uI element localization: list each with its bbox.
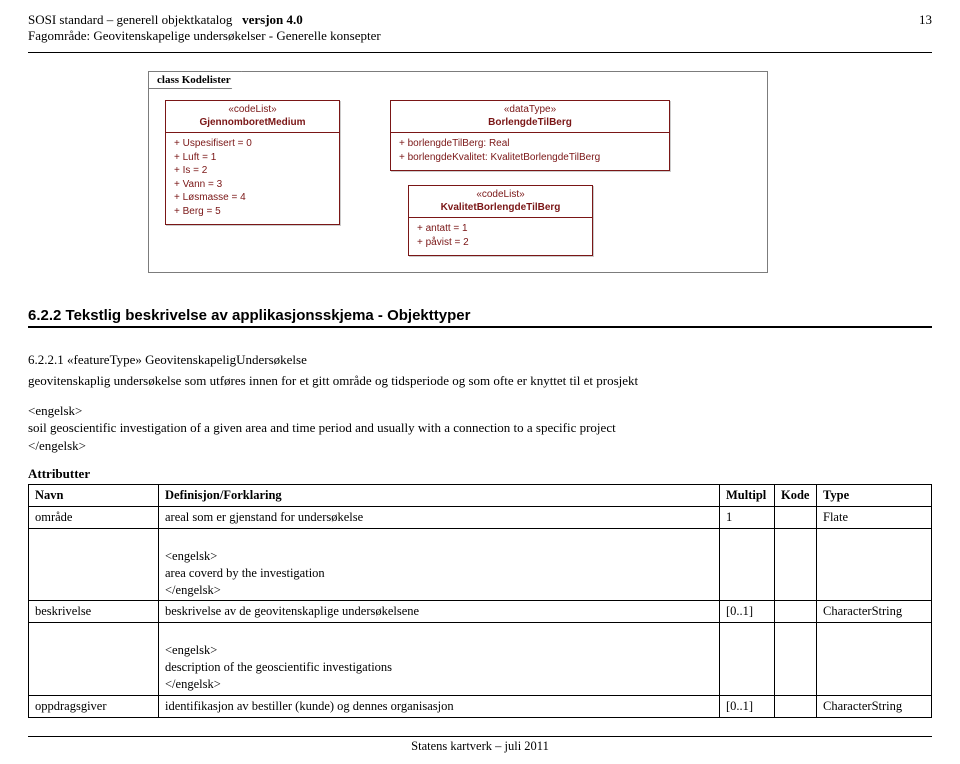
attr: + Is = 2	[174, 164, 331, 178]
subsection-title: «featureType» GeovitenskapeligUndersøkel…	[67, 352, 307, 367]
cell-navn	[29, 623, 159, 696]
cell-def-extra: <engelsk> area coverd by the investigati…	[159, 528, 720, 601]
cell-type	[817, 623, 932, 696]
cell-kode	[775, 623, 817, 696]
col-mult: Multipl	[720, 485, 775, 507]
cell-def: beskrivelse av de geovitenskaplige under…	[159, 601, 720, 623]
cell-kode	[775, 601, 817, 623]
table-row-extra: <engelsk> area coverd by the investigati…	[29, 528, 932, 601]
attr: + borlengdeKvalitet: KvalitetBorlengdeTi…	[399, 151, 661, 165]
attr: + Uspesifisert = 0	[174, 137, 331, 151]
cell-kode	[775, 507, 817, 529]
cell-mult: [0..1]	[720, 601, 775, 623]
uml-diagram: class Kodelister «codeList» Gjennomboret…	[148, 71, 768, 273]
attr: + borlengdeTilBerg: Real	[399, 137, 661, 151]
attributes-label: Attributter	[28, 466, 932, 482]
cell-mult	[720, 623, 775, 696]
col-kode: Kode	[775, 485, 817, 507]
doc-version: versjon 4.0	[242, 12, 303, 27]
col-def: Definisjon/Forklaring	[159, 485, 720, 507]
attr: + Vann = 3	[174, 178, 331, 192]
cell-kode	[775, 695, 817, 717]
cell-kode	[775, 528, 817, 601]
cell-navn: område	[29, 507, 159, 529]
cell-def: areal som er gjenstand for undersøkelse	[159, 507, 720, 529]
engelsk-open-tag: <engelsk>	[28, 403, 82, 418]
page-header: SOSI standard – generell objektkatalog v…	[28, 12, 932, 28]
cell-navn: oppdragsgiver	[29, 695, 159, 717]
doc-title: SOSI standard – generell objektkatalog	[28, 12, 232, 27]
attr: + Luft = 1	[174, 151, 331, 165]
section-heading: 6.2.2 Tekstlig beskrivelse av applikasjo…	[28, 307, 932, 328]
cell-type	[817, 528, 932, 601]
uml-class-borlengdetilberg: «dataType» BorlengdeTilBerg + borlengdeT…	[390, 100, 670, 171]
uml-class-gjennomboretmedium: «codeList» GjennomboretMedium + Uspesifi…	[165, 100, 340, 225]
engelsk-close-tag: </engelsk>	[28, 438, 86, 453]
table-row-extra: <engelsk> description of the geoscientif…	[29, 623, 932, 696]
attr: + Berg = 5	[174, 205, 331, 219]
description-english-block: <engelsk> soil geoscientific investigati…	[28, 402, 932, 455]
page-footer: Statens kartverk – juli 2011	[28, 736, 932, 754]
cell-type: CharacterString	[817, 695, 932, 717]
attributes-table: Navn Definisjon/Forklaring Multipl Kode …	[28, 484, 932, 718]
header-divider	[28, 52, 932, 53]
diagram-title: class Kodelister	[148, 71, 242, 89]
subsection-heading: 6.2.2.1 «featureType» GeovitenskapeligUn…	[28, 352, 932, 368]
table-row: beskrivelsebeskrivelse av de geovitenska…	[29, 601, 932, 623]
attr: + antatt = 1	[417, 222, 584, 236]
page-number: 13	[919, 12, 932, 28]
table-row: områdeareal som er gjenstand for undersø…	[29, 507, 932, 529]
cell-navn	[29, 528, 159, 601]
uml-class-kvalitetborlengdetilberg: «codeList» KvalitetBorlengdeTilBerg + an…	[408, 185, 593, 256]
table-row: oppdragsgiveridentifikasjon av bestiller…	[29, 695, 932, 717]
doc-subtitle: Fagområde: Geovitenskapelige undersøkels…	[28, 28, 932, 44]
attr: + Løsmasse = 4	[174, 191, 331, 205]
description-norwegian: geovitenskaplig undersøkelse som utføres…	[28, 372, 932, 390]
cell-def-extra: <engelsk> description of the geoscientif…	[159, 623, 720, 696]
cell-type: CharacterString	[817, 601, 932, 623]
stereotype-label: «codeList»	[176, 104, 329, 117]
subsection-number: 6.2.2.1	[28, 352, 64, 367]
class-name: GjennomboretMedium	[176, 117, 329, 130]
cell-mult: [0..1]	[720, 695, 775, 717]
col-type: Type	[817, 485, 932, 507]
cell-mult	[720, 528, 775, 601]
description-english: soil geoscientific investigation of a gi…	[28, 420, 616, 435]
cell-mult: 1	[720, 507, 775, 529]
stereotype-label: «dataType»	[401, 104, 659, 117]
table-header-row: Navn Definisjon/Forklaring Multipl Kode …	[29, 485, 932, 507]
cell-navn: beskrivelse	[29, 601, 159, 623]
cell-type: Flate	[817, 507, 932, 529]
attr: + påvist = 2	[417, 236, 584, 250]
class-name: BorlengdeTilBerg	[401, 117, 659, 130]
class-name: KvalitetBorlengdeTilBerg	[419, 202, 582, 215]
stereotype-label: «codeList»	[419, 189, 582, 202]
col-navn: Navn	[29, 485, 159, 507]
cell-def: identifikasjon av bestiller (kunde) og d…	[159, 695, 720, 717]
